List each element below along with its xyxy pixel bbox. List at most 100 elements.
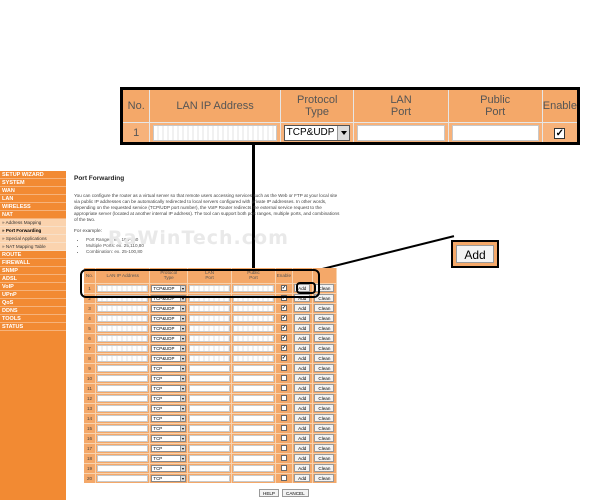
- sidebar-item-snmp[interactable]: SNMP: [0, 267, 66, 275]
- lan-ip-input[interactable]: [95, 412, 151, 423]
- enable-checkbox[interactable]: [275, 382, 293, 393]
- lan-ip-input[interactable]: [95, 332, 151, 343]
- enable-checkbox[interactable]: ✓: [275, 332, 293, 343]
- protocol-select[interactable]: TCP: [149, 432, 189, 443]
- add-button-zoomed[interactable]: Add: [456, 245, 494, 263]
- lan-port-input[interactable]: [187, 462, 233, 473]
- sidebar-item-wan[interactable]: WAN: [0, 187, 66, 195]
- lan-port-input[interactable]: [187, 472, 233, 483]
- clean-button[interactable]: Clean: [314, 314, 335, 322]
- public-port-input[interactable]: [231, 382, 276, 393]
- zoom-lan-ip-input[interactable]: [149, 122, 281, 142]
- protocol-select[interactable]: TCP: [149, 412, 189, 423]
- enable-checkbox[interactable]: [275, 462, 293, 473]
- lan-port-input[interactable]: [187, 402, 233, 413]
- protocol-select[interactable]: TCP&UDP: [149, 342, 189, 353]
- enable-checkbox[interactable]: [275, 432, 293, 443]
- clean-button[interactable]: Clean: [314, 394, 335, 402]
- enable-checkbox[interactable]: [275, 402, 293, 413]
- sidebar-item-upnp[interactable]: UPnP: [0, 291, 66, 299]
- enable-checkbox[interactable]: ✓: [275, 322, 293, 333]
- public-port-input[interactable]: [231, 322, 276, 333]
- lan-ip-input[interactable]: [95, 452, 151, 463]
- public-port-input[interactable]: [231, 432, 276, 443]
- add-button[interactable]: Add: [294, 414, 311, 422]
- sidebar-item-firewall[interactable]: FIREWALL: [0, 259, 66, 267]
- sidebar-subitem-special-applications[interactable]: » Special Applications: [0, 235, 66, 243]
- lan-ip-input[interactable]: [95, 302, 151, 313]
- enable-checkbox[interactable]: [275, 362, 293, 373]
- lan-port-input[interactable]: [187, 452, 233, 463]
- lan-ip-input[interactable]: [95, 472, 151, 483]
- enable-checkbox[interactable]: ✓: [275, 342, 293, 353]
- clean-button[interactable]: Clean: [314, 474, 335, 483]
- lan-ip-input[interactable]: [95, 322, 151, 333]
- add-button[interactable]: Add: [294, 474, 311, 483]
- enable-checkbox[interactable]: [275, 472, 293, 483]
- sidebar-item-setup-wizard[interactable]: SETUP WIZARD: [0, 171, 66, 179]
- cancel-button[interactable]: CANCEL: [282, 489, 309, 497]
- clean-button[interactable]: Clean: [314, 444, 335, 452]
- protocol-select[interactable]: TCP: [149, 472, 189, 483]
- lan-port-input[interactable]: [187, 432, 233, 443]
- protocol-select[interactable]: TCP&UDP: [149, 322, 189, 333]
- zoom-enable-checkbox[interactable]: ✓: [542, 122, 577, 142]
- public-port-input[interactable]: [231, 422, 276, 433]
- protocol-select[interactable]: TCP: [149, 392, 189, 403]
- sidebar-subitem-port-forwarding[interactable]: » Port Forwarding: [0, 227, 66, 235]
- add-button[interactable]: Add: [294, 434, 311, 442]
- clean-button[interactable]: Clean: [314, 464, 335, 472]
- lan-ip-input[interactable]: [95, 462, 151, 473]
- sidebar-item-route[interactable]: ROUTE: [0, 251, 66, 259]
- clean-button[interactable]: Clean: [314, 414, 335, 422]
- public-port-input[interactable]: [231, 472, 276, 483]
- public-port-input[interactable]: [231, 402, 276, 413]
- clean-button[interactable]: Clean: [314, 334, 335, 342]
- public-port-input[interactable]: [231, 452, 276, 463]
- public-port-input[interactable]: [231, 412, 276, 423]
- public-port-input[interactable]: [231, 332, 276, 343]
- sidebar-item-voip[interactable]: VoIP: [0, 283, 66, 291]
- lan-ip-input[interactable]: [95, 382, 151, 393]
- lan-ip-input[interactable]: [95, 312, 151, 323]
- lan-ip-input[interactable]: [95, 432, 151, 443]
- lan-port-input[interactable]: [187, 362, 233, 373]
- lan-port-input[interactable]: [187, 332, 233, 343]
- clean-button[interactable]: Clean: [314, 364, 335, 372]
- protocol-select[interactable]: TCP: [149, 462, 189, 473]
- add-button[interactable]: Add: [294, 324, 311, 332]
- sidebar-item-ddns[interactable]: DDNS: [0, 307, 66, 315]
- public-port-input[interactable]: [231, 372, 276, 383]
- public-port-input[interactable]: [231, 352, 276, 363]
- enable-checkbox[interactable]: ✓: [275, 352, 293, 363]
- sidebar-subitem-nat-mapping-table[interactable]: » NAT Mapping Table: [0, 243, 66, 251]
- lan-ip-input[interactable]: [95, 392, 151, 403]
- clean-button[interactable]: Clean: [314, 354, 335, 362]
- lan-port-input[interactable]: [187, 322, 233, 333]
- lan-port-input[interactable]: [187, 302, 233, 313]
- public-port-input[interactable]: [231, 362, 276, 373]
- add-button[interactable]: Add: [294, 304, 311, 312]
- lan-port-input[interactable]: [187, 392, 233, 403]
- public-port-input[interactable]: [231, 442, 276, 453]
- clean-button[interactable]: Clean: [314, 434, 335, 442]
- zoom-public-port-input[interactable]: [448, 122, 543, 142]
- sidebar-subitem-address-mapping[interactable]: » Address Mapping: [0, 219, 66, 227]
- sidebar-item-status[interactable]: STATUS: [0, 323, 66, 331]
- enable-checkbox[interactable]: [275, 452, 293, 463]
- help-button[interactable]: HELP: [259, 489, 280, 497]
- lan-ip-input[interactable]: [95, 442, 151, 453]
- add-button[interactable]: Add: [294, 394, 311, 402]
- protocol-select[interactable]: TCP: [149, 452, 189, 463]
- protocol-select[interactable]: TCP&UDP: [149, 312, 189, 323]
- lan-port-input[interactable]: [187, 422, 233, 433]
- lan-ip-input[interactable]: [95, 402, 151, 413]
- public-port-input[interactable]: [231, 342, 276, 353]
- add-button[interactable]: Add: [294, 404, 311, 412]
- protocol-select[interactable]: TCP: [149, 372, 189, 383]
- add-button[interactable]: Add: [294, 354, 311, 362]
- lan-port-input[interactable]: [187, 312, 233, 323]
- clean-button[interactable]: Clean: [314, 304, 335, 312]
- protocol-select[interactable]: TCP&UDP: [149, 352, 189, 363]
- zoom-lan-port-input[interactable]: [353, 122, 449, 142]
